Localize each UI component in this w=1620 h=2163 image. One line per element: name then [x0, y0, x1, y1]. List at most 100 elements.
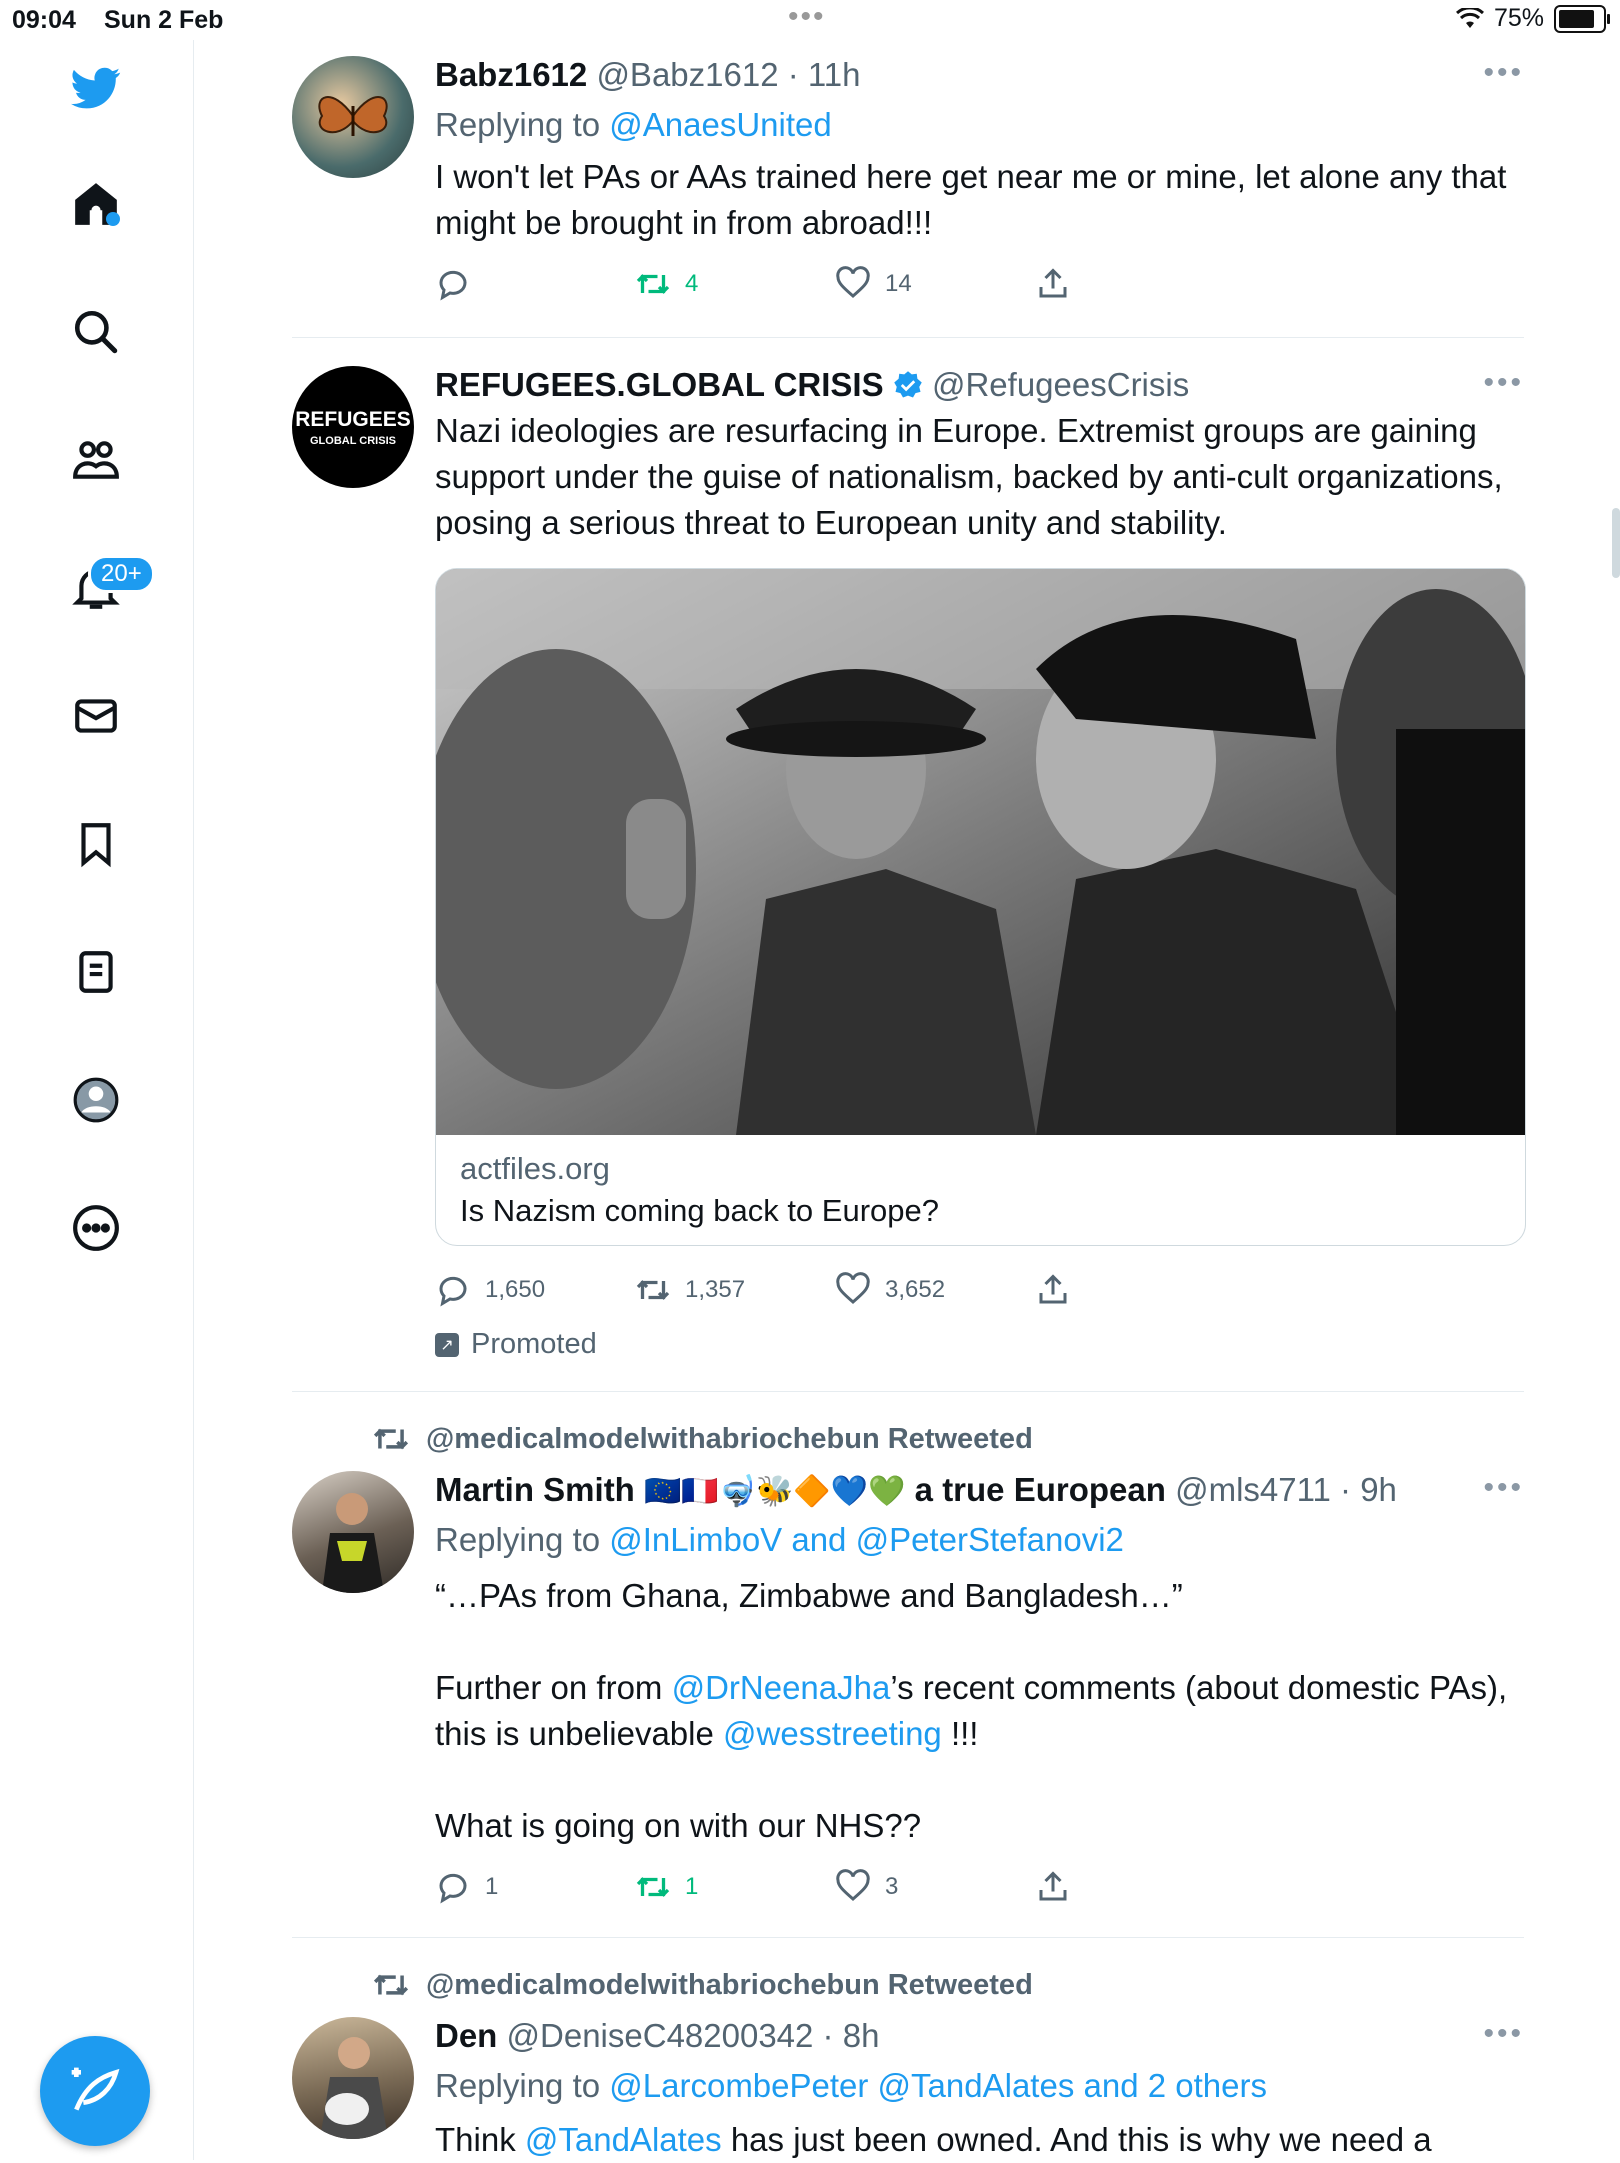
- author-name[interactable]: REFUGEES.GLOBAL CRISIS: [435, 366, 884, 403]
- retweet-button[interactable]: 1: [635, 1869, 698, 1905]
- avatar[interactable]: [292, 2017, 414, 2139]
- promoted-icon: ↗: [435, 1332, 459, 1357]
- mention-link[interactable]: @LarcombePeter @TandAlates and 2 others: [609, 2067, 1267, 2104]
- bookmarks-icon[interactable]: [48, 796, 144, 892]
- retweet-icon: [636, 274, 670, 294]
- like-button[interactable]: 3: [835, 1869, 898, 1905]
- home-unread-dot: [106, 212, 120, 226]
- tweet-more-button[interactable]: •••: [1483, 366, 1524, 400]
- multitask-dots-icon[interactable]: •••: [788, 0, 826, 34]
- status-time: 09:04: [12, 6, 76, 34]
- home-icon[interactable]: [48, 156, 144, 252]
- share-button[interactable]: [1035, 266, 1071, 302]
- author-handle-time: @mls4711 · 9h: [1175, 1471, 1397, 1508]
- card-domain: actfiles.org: [460, 1151, 610, 1186]
- mention-link[interactable]: @TandAlates: [525, 2121, 722, 2158]
- retweeted-by-line[interactable]: @medicalmodelwithabriochebun Retweeted: [372, 1420, 1033, 1458]
- replying-to: Replying to @AnaesUnited: [435, 106, 832, 143]
- author-handle: @RefugeesCrisis: [931, 366, 1190, 403]
- battery-percent: 75%: [1493, 4, 1544, 32]
- share-button[interactable]: [1035, 1869, 1071, 1905]
- retweet-icon: [373, 1428, 409, 1450]
- butterfly-icon: [318, 96, 388, 136]
- link-card[interactable]: actfiles.org Is Nazism coming back to Eu…: [435, 568, 1526, 1246]
- avatar-logo-subtext: GLOBAL CRISIS: [310, 434, 396, 447]
- retweeted-by-line[interactable]: @medicalmodelwithabriochebun Retweeted: [372, 1966, 1033, 2004]
- reply-icon: [439, 1873, 467, 1904]
- lists-icon[interactable]: [48, 924, 144, 1020]
- tweet-actions: 1 1 3: [435, 1869, 1155, 1913]
- share-icon: [1039, 1274, 1067, 1304]
- retweet-button[interactable]: 4: [635, 266, 698, 302]
- share-button[interactable]: [1035, 1272, 1071, 1308]
- heart-icon: [836, 1272, 870, 1304]
- mention-link[interactable]: @wesstreeting: [723, 1715, 942, 1752]
- communities-icon[interactable]: [48, 412, 144, 508]
- messages-icon[interactable]: [48, 668, 144, 764]
- person-photo-image: [322, 1493, 384, 1593]
- reply-button[interactable]: 1,650: [435, 1272, 545, 1308]
- retweet-icon: [373, 1974, 409, 1996]
- author-handle-time: @Babz1612 · 11h: [596, 56, 861, 93]
- replying-to: Replying to @LarcombePeter @TandAlates a…: [435, 2067, 1267, 2104]
- tweet-text: Think @TandAlates has just been owned. A…: [435, 2121, 1432, 2158]
- reply-icon: [439, 270, 467, 301]
- avatar[interactable]: [292, 1471, 414, 1593]
- promoted-label: ↗ Promoted: [435, 1328, 597, 1361]
- tweet-more-button[interactable]: •••: [1483, 1471, 1524, 1505]
- verified-badge-icon: [894, 371, 922, 398]
- card-image: [436, 569, 1525, 1135]
- heart-icon: [836, 266, 870, 298]
- status-indicators: 75%: [1455, 4, 1610, 33]
- battery-icon: [1554, 4, 1610, 33]
- notifications-badge: 20+: [88, 555, 155, 593]
- search-icon[interactable]: [48, 284, 144, 380]
- share-icon: [1039, 1871, 1067, 1901]
- twitter-logo-icon[interactable]: [48, 40, 144, 136]
- tweet-text-line3: What is going on with our NHS??: [435, 1807, 922, 1844]
- wifi-icon: [1455, 7, 1484, 28]
- status-date: Sun 2 Feb: [104, 6, 224, 34]
- mention-link[interactable]: @InLimboV and @PeterStefanovi2: [609, 1521, 1124, 1558]
- like-button[interactable]: 14: [835, 266, 912, 302]
- tweet-text-line1: “…PAs from Ghana, Zimbabwe and Banglades…: [435, 1577, 1183, 1614]
- mention-link[interactable]: @AnaesUnited: [609, 106, 831, 143]
- tweet-actions: 1,650 1,357 3,652: [435, 1272, 1155, 1316]
- tweet-more-button[interactable]: •••: [1483, 56, 1524, 90]
- divider: [292, 1391, 1524, 1392]
- person-with-dog-photo-image: [320, 2037, 388, 2139]
- share-icon: [1039, 268, 1067, 298]
- sidebar: 20+: [0, 40, 194, 2160]
- tweet-text: Nazi ideologies are resurfacing in Europ…: [435, 412, 1503, 541]
- reply-icon: [439, 1276, 467, 1307]
- tweet-text-line2: Further on from @DrNeenaJha’s recent com…: [435, 1669, 1508, 1752]
- avatar-logo-text: REFUGEES: [295, 407, 411, 431]
- divider: [292, 337, 1524, 338]
- black-white-photo-image: [436, 569, 1525, 1135]
- replying-to: Replying to @InLimboV and @PeterStefanov…: [435, 1521, 1124, 1558]
- author-name-suffix: a true European: [914, 1471, 1166, 1508]
- avatar[interactable]: REFUGEES GLOBAL CRISIS: [292, 366, 414, 488]
- heart-icon: [836, 1869, 870, 1901]
- profile-avatar-icon[interactable]: [48, 1052, 144, 1148]
- scroll-indicator[interactable]: [1612, 508, 1620, 578]
- like-button[interactable]: 3,652: [835, 1272, 945, 1308]
- author-name[interactable]: Den: [435, 2017, 497, 2054]
- divider: [292, 1937, 1524, 1938]
- retweet-icon: [636, 1280, 670, 1300]
- author-handle-time: @DeniseC48200342 · 8h: [506, 2017, 880, 2054]
- retweet-button[interactable]: 1,357: [635, 1272, 745, 1308]
- tweet-text: I won't let PAs or AAs trained here get …: [435, 158, 1507, 241]
- tweet-more-button[interactable]: •••: [1483, 2017, 1524, 2051]
- tweet-actions: 4 14: [435, 266, 1155, 310]
- author-name[interactable]: Martin Smith: [435, 1471, 635, 1508]
- author-name[interactable]: Babz1612: [435, 56, 587, 93]
- avatar[interactable]: [292, 56, 414, 178]
- more-options-icon[interactable]: [48, 1180, 144, 1276]
- reply-button[interactable]: [435, 266, 485, 302]
- retweet-icon: [636, 1877, 670, 1897]
- reply-button[interactable]: 1: [435, 1869, 498, 1905]
- status-bar: 09:04 Sun 2 Feb ••• 75%: [0, 0, 1620, 40]
- compose-tweet-button[interactable]: [40, 2036, 150, 2146]
- mention-link[interactable]: @DrNeenaJha: [672, 1669, 891, 1706]
